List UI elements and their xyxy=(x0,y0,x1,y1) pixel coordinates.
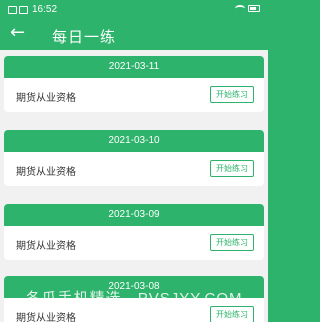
card-label: 期货从业资格 xyxy=(16,313,76,322)
notification-icon xyxy=(19,5,28,14)
card-label: 期货从业资格 xyxy=(16,241,76,252)
start-practice-button[interactable]: 开始练习 xyxy=(210,306,254,322)
practice-card: 2021-03-09 期货从业资格 开始练习 xyxy=(4,204,264,260)
card-date: 2021-03-08 xyxy=(4,276,264,298)
notification-icon xyxy=(8,5,17,14)
page-title: 每日一练 xyxy=(52,29,117,46)
card-label: 期货从业资格 xyxy=(16,167,76,178)
status-time: 16:52 xyxy=(32,4,58,15)
title-bar: ← 每日一练 xyxy=(0,20,268,50)
card-date: 2021-03-11 xyxy=(4,56,264,78)
wifi-icon xyxy=(235,5,245,12)
practice-card: 2021-03-08 期货从业资格 开始练习 xyxy=(4,276,264,322)
status-right xyxy=(235,5,260,12)
start-practice-button[interactable]: 开始练习 xyxy=(210,234,254,251)
practice-card: 2021-03-11 期货从业资格 开始练习 xyxy=(4,56,264,112)
back-arrow-icon[interactable]: ← xyxy=(10,24,25,42)
practice-card: 2021-03-10 期货从业资格 开始练习 xyxy=(4,130,264,186)
start-practice-button[interactable]: 开始练习 xyxy=(210,86,254,103)
practice-list[interactable]: 2021-03-11 期货从业资格 开始练习 2021-03-10 期货从业资格… xyxy=(0,50,268,322)
status-left: 16:52 xyxy=(8,4,57,15)
card-date: 2021-03-10 xyxy=(4,130,264,152)
status-bar: 16:52 xyxy=(0,0,268,20)
start-practice-button[interactable]: 开始练习 xyxy=(210,160,254,177)
battery-icon xyxy=(248,5,260,12)
card-date: 2021-03-09 xyxy=(4,204,264,226)
card-label: 期货从业资格 xyxy=(16,93,76,104)
